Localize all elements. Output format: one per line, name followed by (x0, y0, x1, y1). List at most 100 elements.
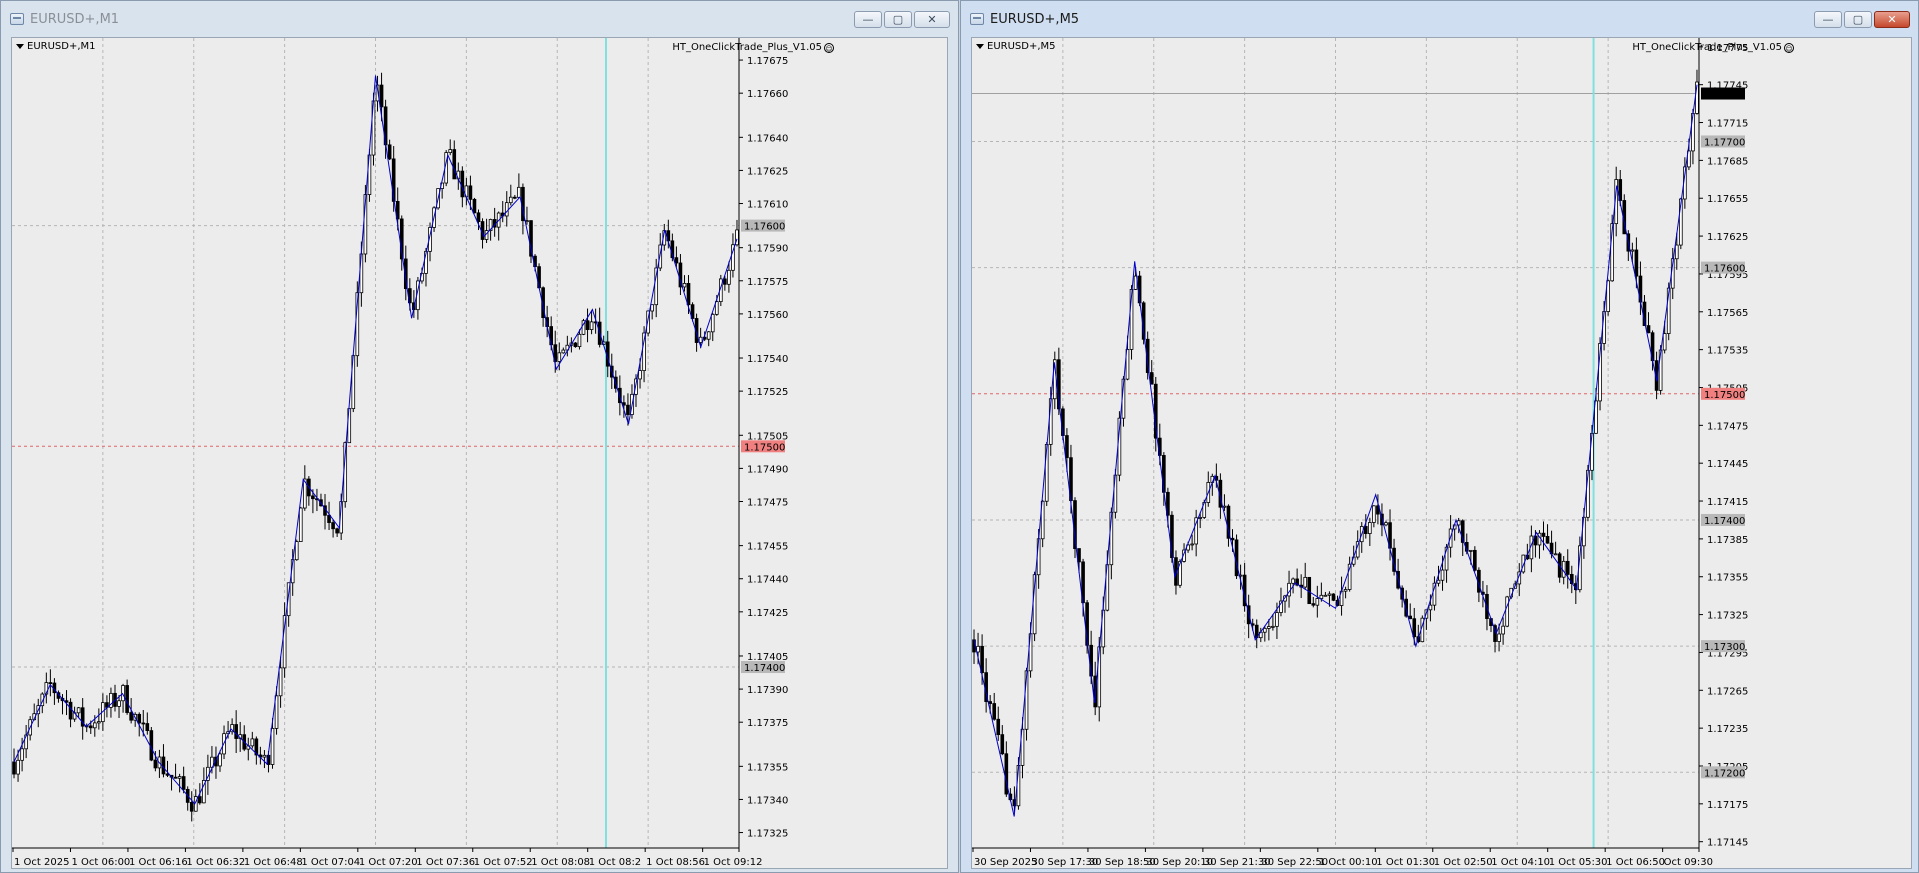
candle-body (460, 170, 465, 198)
price-tick-label: 1.17265 (1707, 686, 1748, 697)
candle-body (387, 144, 392, 160)
candle-body (1198, 517, 1203, 519)
candle-body (468, 185, 473, 200)
close-button[interactable]: ✕ (914, 11, 950, 28)
chart-canvas[interactable]: 1.177751.177451.177151.176851.176551.176… (972, 38, 1912, 869)
candle-body (88, 725, 93, 729)
candle-body (1408, 615, 1413, 620)
candle-body (980, 645, 984, 674)
price-tick-label: 1.17440 (747, 575, 788, 586)
candle-body (1674, 244, 1679, 260)
candle-body (1291, 578, 1295, 584)
candle-body (1319, 594, 1324, 599)
chart-window-m5[interactable]: EURUSD+,M5 — ▢ ✕ 1.17775 1.17745 1.17715 1.… (960, 0, 1919, 873)
time-tick-label: 30 Sep 2025 (974, 857, 1037, 868)
chart-window-m1[interactable]: EURUSD+,M1 — ▢ ✕ 1.17675 1.17660 1.17640 1.… (0, 0, 959, 873)
price-tick-label: 1.17390 (747, 685, 788, 696)
candle-body (331, 522, 335, 530)
price-tag-label: 1.17200 (1704, 768, 1745, 779)
candle-body (1473, 549, 1477, 571)
price-tick-label: 1.17655 (1707, 194, 1748, 205)
candle-body (335, 528, 339, 534)
maximize-button[interactable]: ▢ (884, 11, 912, 28)
minimize-button[interactable]: — (1814, 11, 1842, 28)
candle-body (197, 796, 202, 804)
candle-body (992, 703, 997, 720)
candle-body (270, 728, 275, 765)
price-tick-label: 1.17675 (747, 56, 788, 67)
candle-body (1501, 625, 1505, 635)
price-tag-label: 1.17300 (1704, 642, 1745, 653)
candle-body (686, 283, 691, 306)
price-tick-label: 1.17625 (747, 166, 788, 177)
window-titlebar[interactable]: EURUSD+,M1 — ▢ ✕ (1, 1, 958, 37)
candle-body (1263, 627, 1267, 633)
candle-body (1222, 505, 1227, 508)
candle-body (589, 321, 594, 330)
candle-body (327, 514, 331, 523)
dropdown-triangle-icon (16, 44, 24, 49)
candle-body (189, 801, 194, 812)
price-tick-label: 1.17175 (1707, 800, 1748, 811)
smiley-icon: ☺ (1784, 42, 1794, 53)
candle-body (1331, 593, 1336, 601)
candle-body (1323, 594, 1328, 597)
time-tick-label: Oct 09:30 (1664, 857, 1713, 868)
candle-body (1267, 626, 1271, 629)
candle-body (161, 756, 166, 775)
candle-body (1343, 589, 1348, 592)
candle-body (311, 495, 315, 500)
expert-advisor-label[interactable]: HT_OneClickTrade_Plus_V1.05 ☺ (1632, 42, 1794, 53)
candle-body (557, 352, 562, 362)
candle-body (20, 748, 24, 761)
candle-body (1646, 325, 1651, 334)
candle-body (16, 759, 20, 775)
price-tag-label: 1.17600 (744, 222, 785, 233)
price-chart[interactable]: 1.17675 1.17660 1.17640 1.17625 1.17610 1.175… (11, 37, 948, 869)
symbol-label: EURUSD+,M5 (987, 41, 1056, 52)
chart-canvas[interactable]: 1.17675 1.17660 1.17640 1.17625 1.17610 1.175… (12, 38, 948, 869)
price-tick-label: 1.17475 (1707, 421, 1748, 432)
time-tick-label: 1 Oct 06:48 (244, 857, 303, 868)
candle-body (1497, 633, 1501, 642)
candle-body (650, 304, 654, 312)
price-chart[interactable]: 1.17775 1.17745 1.17715 1.17685 1.17655 1.176… (971, 37, 1912, 869)
window-titlebar[interactable]: EURUSD+,M5 — ▢ ✕ (961, 1, 1918, 37)
price-tick-label: 1.17340 (747, 795, 788, 806)
candle-body (97, 721, 101, 724)
expert-advisor-label[interactable]: HT_OneClickTrade_Plus_V1.05 ☺ (672, 42, 834, 53)
time-tick-label: 1 Oct 2025 (14, 857, 69, 868)
ea-name: HT_OneClickTrade_Plus_V1.05 (1632, 42, 1782, 53)
price-tick-label: 1.17590 (747, 244, 788, 255)
time-tick-label: 1 Oct 06:16 (129, 857, 188, 868)
symbol-selector[interactable]: EURUSD+,M5 (976, 41, 1056, 52)
candle-body (988, 701, 992, 704)
candle-body (92, 722, 97, 729)
price-tick-label: 1.17490 (747, 464, 788, 475)
candle-body (1553, 553, 1558, 556)
maximize-button[interactable]: ▢ (1844, 11, 1872, 28)
price-tag-label: 1.17400 (744, 663, 785, 674)
candle-body (1065, 435, 1069, 459)
candle-body (573, 342, 578, 348)
symbol-selector[interactable]: EURUSD+,M1 (16, 41, 96, 52)
candle-body (48, 682, 53, 684)
price-tick-label: 1.17475 (747, 497, 788, 508)
minimize-button[interactable]: — (854, 11, 882, 28)
candle-body (12, 761, 16, 775)
price-tick-label: 1.17660 (747, 89, 788, 100)
candle-body (1505, 596, 1509, 627)
time-tick-label: 1 Oct 07:36 (416, 857, 475, 868)
candle-body (1384, 522, 1388, 526)
candle-body (1545, 536, 1550, 544)
price-tag-label: 1.17738 (1704, 90, 1745, 101)
close-button[interactable]: ✕ (1874, 11, 1910, 28)
candle-body (585, 320, 590, 330)
time-tick-label: 1 Oct 00:10 (1319, 857, 1378, 868)
candle-body (278, 667, 283, 697)
time-tick-label: 1 Oct 07:20 (359, 857, 418, 868)
candle-body (1368, 522, 1372, 534)
candle-body (472, 198, 477, 214)
smiley-icon: ☺ (824, 42, 834, 53)
price-tag-label: 1.17500 (744, 442, 785, 453)
